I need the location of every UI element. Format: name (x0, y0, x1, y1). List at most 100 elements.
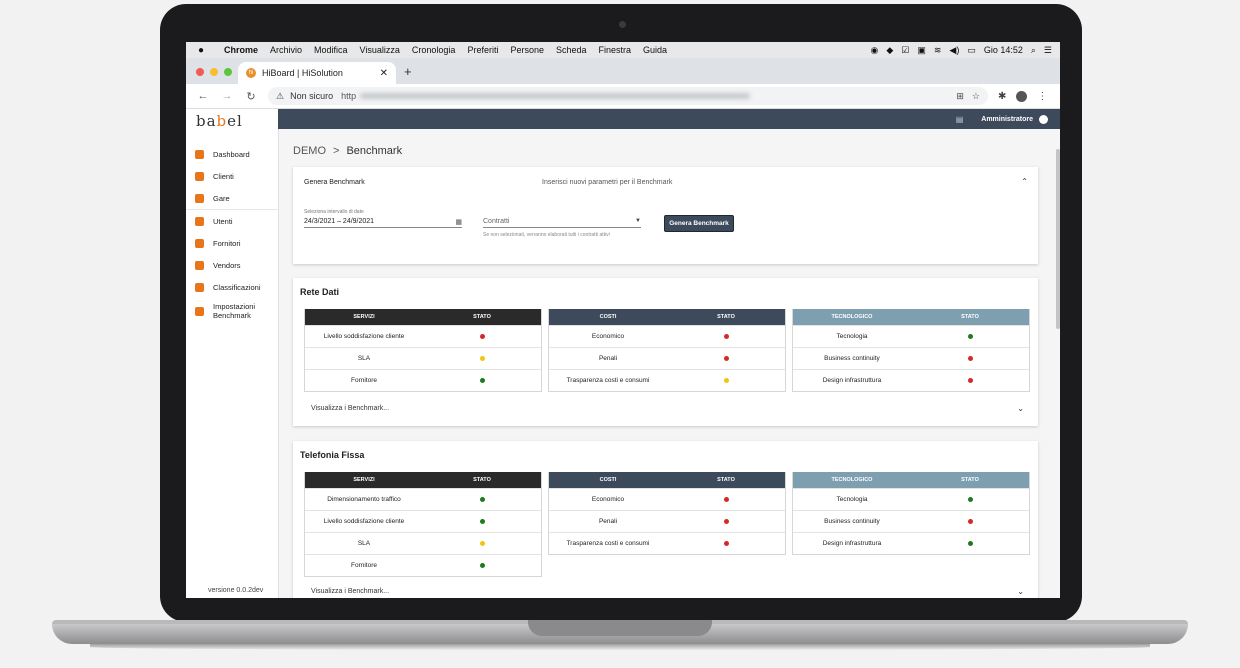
forward-icon[interactable]: → (220, 90, 234, 102)
maximize-window-button[interactable] (224, 68, 232, 76)
table-row: Trasparenza costi e consumi (549, 532, 785, 554)
contracts-hint: Se non selezionati, verranno elaborati t… (483, 232, 610, 238)
table-header: COSTI STATO (549, 309, 785, 325)
status-dot (723, 356, 729, 361)
status-dot (967, 334, 973, 339)
table-header: TECNOLOGICO STATO (793, 472, 1029, 488)
table-header: SERVIZI STATO (305, 309, 541, 325)
url-text: http (341, 91, 357, 101)
chevron-up-icon[interactable]: ⌃ (1021, 177, 1028, 186)
scrollbar[interactable] (1056, 149, 1060, 329)
gauge-icon (195, 306, 204, 316)
table-row: Tecnologia (793, 325, 1029, 347)
table-row: Economico (549, 325, 785, 347)
services-table: SERVIZI STATO Dimensionamento traffico Li… (304, 472, 542, 577)
calendar-icon[interactable]: ▦ (455, 218, 462, 226)
sidebar-item-label: Fornitori (213, 238, 241, 248)
sidebar: babel Dashboard Clienti Gare Utenti Forn… (186, 109, 279, 598)
table-header: COSTI STATO (549, 472, 785, 488)
chevron-down-icon[interactable]: ⌄ (1017, 404, 1024, 413)
sidebar-item-utenti[interactable]: Utenti (186, 209, 278, 232)
cast-icon[interactable]: ▣ (917, 45, 926, 56)
back-icon[interactable]: ← (196, 90, 210, 102)
panel-title[interactable]: Genera Benchmark (304, 179, 365, 186)
page-title: Benchmark (346, 145, 403, 157)
url-field[interactable]: ⚠ Non sicuro http ⊞ ☆ (268, 87, 988, 105)
section-card: Rete Dati SERVIZI STATO Livello soddisfaz… (293, 278, 1038, 426)
close-tab-icon[interactable]: ✕ (380, 68, 388, 79)
sidebar-item-gare[interactable]: Gare (186, 187, 278, 209)
browser-tabbar: hi HiBoard | HiSolution ✕ + (186, 58, 1060, 84)
menu-chrome[interactable]: Chrome (224, 45, 258, 55)
user-avatar-icon[interactable] (1039, 114, 1048, 124)
user-name[interactable]: Amministratore (981, 116, 1033, 123)
reload-icon[interactable]: ↻ (244, 90, 258, 103)
menu-persone[interactable]: Persone (510, 45, 544, 55)
record-icon[interactable]: ◉ (870, 45, 878, 56)
chat-icon[interactable]: ▤ (956, 115, 964, 124)
control-center-icon[interactable]: ☰ (1044, 45, 1052, 56)
apple-icon[interactable]: ● (198, 45, 212, 56)
sidebar-item-classificazioni[interactable]: Classificazioni (186, 276, 278, 298)
app-logo[interactable]: babel (196, 112, 243, 130)
minimize-window-button[interactable] (210, 68, 218, 76)
suppliers-icon (195, 238, 204, 248)
chevron-down-icon[interactable]: ⌄ (1017, 587, 1024, 596)
view-benchmark-link[interactable]: Visualizza i Benchmark... (311, 588, 389, 595)
tab-title: HiBoard | HiSolution (262, 68, 343, 78)
sidebar-item-clienti[interactable]: Clienti (186, 165, 278, 187)
check-icon[interactable]: ☑ (901, 45, 909, 56)
warning-icon: ⚠ (276, 90, 285, 101)
menu-visualizza[interactable]: Visualizza (360, 45, 400, 55)
menu-archivio[interactable]: Archivio (270, 45, 302, 55)
menu-guida[interactable]: Guida (643, 45, 667, 55)
status-dot (723, 497, 729, 502)
clock[interactable]: Gio 14:52 (984, 45, 1023, 55)
chrome-menu-icon[interactable]: ⋮ (1037, 91, 1047, 102)
table-header: SERVIZI STATO (305, 472, 541, 488)
date-range-field[interactable]: 24/3/2021 – 24/9/2021 ▦ (304, 218, 462, 228)
browser-tab[interactable]: hi HiBoard | HiSolution ✕ (238, 62, 396, 84)
volume-icon[interactable]: ◀) (949, 45, 959, 56)
spotlight-icon[interactable]: ⌕ (1031, 45, 1036, 56)
table-row: SLA (305, 532, 541, 554)
costs-table: COSTI STATO Economico Penali Trasparenza … (548, 309, 786, 392)
wifi-icon[interactable]: ≋ (934, 45, 942, 56)
table-row: Penali (549, 347, 785, 369)
close-window-button[interactable] (196, 68, 204, 76)
menu-scheda[interactable]: Scheda (556, 45, 587, 55)
extensions-icon[interactable]: ✱ (998, 91, 1006, 102)
sidebar-item-label: Vendors (213, 260, 241, 270)
generate-benchmark-button[interactable]: Genera Benchmark (664, 215, 734, 232)
breadcrumb-separator-icon: > (333, 145, 340, 157)
profile-icon[interactable] (1016, 90, 1028, 102)
bookmark-star-icon[interactable]: ☆ (972, 91, 980, 102)
sidebar-item-fornitori[interactable]: Fornitori (186, 232, 278, 254)
panel-subtitle: Inserisci nuovi parametri per il Benchma… (542, 179, 673, 186)
sidebar-item-vendors[interactable]: Vendors (186, 254, 278, 276)
laptop-shadow (90, 644, 1150, 650)
shield-icon[interactable]: ◆ (886, 45, 893, 56)
menu-preferiti[interactable]: Preferiti (467, 45, 498, 55)
menu-finestra[interactable]: Finestra (599, 45, 632, 55)
status-dot (967, 497, 973, 502)
sidebar-item-dashboard[interactable]: Dashboard (186, 143, 278, 165)
battery-icon[interactable]: ▭ (967, 45, 976, 56)
status-dot (723, 334, 729, 339)
new-tab-icon[interactable]: + (404, 64, 412, 79)
table-row: Penali (549, 510, 785, 532)
sidebar-item-impostazioni-benchmark[interactable]: Impostazioni Benchmark (186, 298, 278, 324)
menu-modifica[interactable]: Modifica (314, 45, 348, 55)
view-benchmark-link[interactable]: Visualizza i Benchmark... (311, 405, 389, 412)
breadcrumb-root[interactable]: DEMO (293, 145, 326, 157)
dropdown-arrow-icon: ▼ (635, 218, 641, 224)
translate-icon[interactable]: ⊞ (956, 91, 964, 102)
sidebar-nav: Dashboard Clienti Gare Utenti Fornitori … (186, 143, 278, 324)
menu-cronologia[interactable]: Cronologia (412, 45, 456, 55)
trophy-icon (195, 193, 204, 203)
sidebar-item-label: Impostazioni Benchmark (213, 302, 256, 320)
security-label: Non sicuro (290, 91, 334, 101)
technology-table: TECNOLOGICO STATO Tecnologia Business con… (792, 309, 1030, 392)
contracts-select[interactable]: Contratti ▼ (483, 218, 641, 228)
status-dot (479, 356, 485, 361)
